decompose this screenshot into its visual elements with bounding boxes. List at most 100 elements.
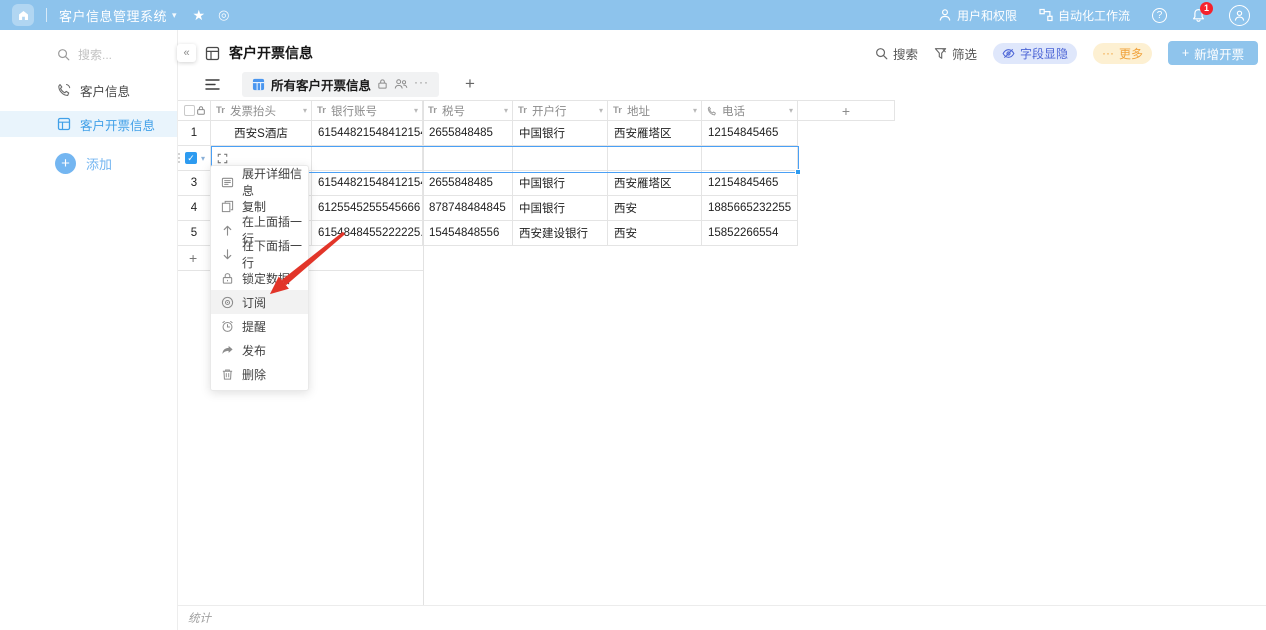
column-label: 地址 [627, 103, 650, 119]
field-visibility-button[interactable]: 字段显隐 [993, 43, 1077, 64]
worksheet-header: 客户开票信息 搜索 筛选 字段显隐 ··· 更多 [178, 38, 1266, 68]
help-button[interactable]: ? [1152, 8, 1167, 23]
table-cell[interactable]: 1885665232255 [702, 196, 798, 221]
menu-item-reminder[interactable]: 提醒 [211, 314, 308, 338]
select-all-checkbox[interactable] [184, 105, 195, 116]
table-cell[interactable]: 中国银行 [513, 121, 608, 146]
table-cell[interactable]: 6125545255545666 [312, 196, 423, 221]
table-cell[interactable]: 878748484845 [423, 196, 513, 221]
table-cell[interactable] [423, 146, 513, 171]
column-header-invoice-title[interactable]: Tr 发票抬头 ▾ [211, 100, 312, 121]
chevron-down-icon[interactable]: ▾ [504, 106, 508, 115]
user-icon [938, 8, 952, 22]
drag-handle-icon[interactable] [178, 153, 180, 163]
chevron-down-icon[interactable]: ▾ [789, 106, 793, 115]
toolbar: 搜索 筛选 字段显隐 ··· 更多 + 新增开票 [875, 38, 1258, 68]
menu-item-expand-record[interactable]: 展开详细信息 [211, 170, 308, 194]
column-header-phone[interactable]: 电话 ▾ [702, 100, 798, 121]
menu-item-delete[interactable]: 删除 [211, 362, 308, 386]
table-cell[interactable]: 2655848485 [423, 171, 513, 196]
chevron-down-icon[interactable]: ▾ [599, 106, 603, 115]
menu-item-insert-row-below[interactable]: 在下面插一行 [211, 242, 308, 266]
chevron-down-icon[interactable]: ▾ [414, 106, 418, 115]
sidebar-item-customer-info[interactable]: 客户信息 [0, 77, 177, 103]
table-row: 1 西安S酒店 615448215484121548 2655848485 中国… [178, 121, 896, 146]
table-cell[interactable] [312, 146, 423, 171]
automation-workflow-button[interactable]: 自动化工作流 [1039, 7, 1130, 24]
table-cell[interactable]: 西安雁塔区 [608, 171, 702, 196]
expand-record-icon[interactable] [217, 153, 228, 164]
home-button[interactable] [12, 4, 34, 26]
table-cell[interactable]: 西安雁塔区 [608, 121, 702, 146]
person-icon [1233, 9, 1246, 22]
table-cell[interactable]: 615448215484121548 [312, 121, 423, 146]
menu-item-publish[interactable]: 发布 [211, 338, 308, 362]
column-header-address[interactable]: Tr 地址 ▾ [608, 100, 702, 121]
more-button[interactable]: ··· 更多 [1093, 43, 1152, 64]
row-number[interactable]: 5 [178, 221, 211, 246]
subscribe-icon [221, 296, 234, 309]
sidebar-collapse-button[interactable]: « [177, 44, 196, 62]
copy-icon [221, 200, 234, 213]
row-checkbox-checked[interactable]: ✓ [185, 152, 197, 164]
chevron-down-icon[interactable]: ▾ [303, 106, 307, 115]
menu-item-label: 订阅 [242, 294, 266, 311]
table-cell[interactable]: 12154845465 [702, 171, 798, 196]
column-header-bank-account[interactable]: Tr 银行账号 ▾ [312, 100, 423, 121]
users-permissions-button[interactable]: 用户和权限 [938, 7, 1017, 24]
app-title[interactable]: 客户信息管理系统 [59, 6, 167, 25]
stats-label[interactable]: 统计 [188, 610, 211, 626]
select-all-cell[interactable] [178, 100, 211, 121]
table-cell[interactable]: 西安 [608, 221, 702, 246]
automation-workflow-label: 自动化工作流 [1058, 7, 1130, 24]
star-icon[interactable]: ★ [193, 7, 206, 24]
row-tools-cell: ✓ ▾ [178, 146, 211, 171]
row-number[interactable]: 1 [178, 121, 211, 146]
target-icon[interactable]: ◎ [218, 7, 229, 23]
table-cell[interactable]: 西安建设银行 [513, 221, 608, 246]
view-tab-all-invoices[interactable]: 所有客户开票信息 ··· [242, 72, 439, 97]
table-cell[interactable]: 12154845465 [702, 121, 798, 146]
row-number[interactable]: 4 [178, 196, 211, 221]
app-window: 客户信息管理系统 ▾ ★ ◎ 用户和权限 自动化工作流 ? 1 [0, 0, 1266, 630]
table-cell[interactable]: 中国银行 [513, 171, 608, 196]
row-number[interactable]: 3 [178, 171, 211, 196]
table-cell[interactable] [702, 146, 798, 171]
add-column-button[interactable]: + [798, 100, 895, 121]
filter-button[interactable]: 筛选 [934, 44, 977, 63]
chevron-down-icon[interactable]: ▾ [693, 106, 697, 115]
divider [46, 8, 47, 22]
table-cell[interactable]: 西安 [608, 196, 702, 221]
view-list-button[interactable] [205, 78, 220, 91]
table-cell[interactable] [513, 146, 608, 171]
chevron-down-icon[interactable]: ▾ [172, 10, 177, 21]
table-cell[interactable]: 6154848455222225... [312, 221, 423, 246]
frozen-column-divider[interactable] [423, 100, 424, 605]
menu-item-subscribe[interactable]: 订阅 [211, 290, 308, 314]
table-cell[interactable]: 西安S酒店 [211, 121, 312, 146]
column-header-tax-number[interactable]: Tr 税号 ▾ [423, 100, 513, 121]
table-cell[interactable] [608, 146, 702, 171]
users-permissions-label: 用户和权限 [957, 7, 1017, 24]
table-cell[interactable]: 中国银行 [513, 196, 608, 221]
sidebar-item-invoice-info[interactable]: 客户开票信息 [0, 111, 177, 137]
table-cell[interactable]: 15852266554 [702, 221, 798, 246]
share-arrow-icon [221, 344, 234, 357]
new-invoice-button[interactable]: + 新增开票 [1168, 41, 1258, 65]
table-cell[interactable]: 2655848485 [423, 121, 513, 146]
column-label: 开户行 [532, 103, 567, 119]
sidebar-add-button[interactable]: + 添加 [0, 153, 177, 174]
add-view-button[interactable]: + [465, 74, 475, 94]
search-button[interactable]: 搜索 [875, 44, 918, 63]
column-header-bank-branch[interactable]: Tr 开户行 ▾ [513, 100, 608, 121]
members-icon [394, 78, 408, 90]
trash-icon [221, 368, 234, 381]
chevron-down-icon[interactable]: ▾ [201, 154, 205, 163]
plus-icon: + [55, 153, 76, 174]
tab-more-icon[interactable]: ··· [414, 75, 429, 89]
table-cell[interactable]: 15454848556 [423, 221, 513, 246]
sidebar-search-input[interactable]: 搜索... [0, 30, 177, 69]
avatar[interactable] [1229, 5, 1250, 26]
table-cell[interactable]: 615448215484121548 [312, 171, 423, 196]
notifications-button[interactable]: 1 [1189, 6, 1207, 24]
